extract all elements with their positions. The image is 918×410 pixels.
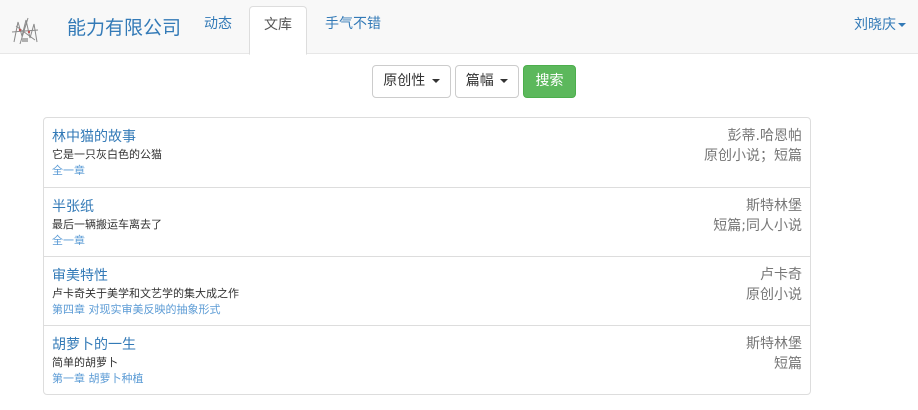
- user-menu[interactable]: 刘晓庆: [854, 15, 906, 35]
- length-label: 篇幅: [465, 73, 494, 89]
- top-navbar: 能力有限公司 动态 文库 手气不错 刘晓庆: [0, 0, 918, 55]
- work-title[interactable]: 审美特性: [52, 267, 108, 285]
- caret-down-icon: [898, 23, 906, 27]
- work-tags: 原创小说: [746, 287, 802, 303]
- work-title[interactable]: 半张纸: [52, 198, 94, 216]
- work-tags: 短篇;同人小说: [713, 218, 802, 234]
- work-author: 彭蒂.哈恩帕: [727, 128, 802, 144]
- list-item[interactable]: 林中猫的故事 它是一只灰白色的公猫 全一章 彭蒂.哈恩帕 原创小说；短篇: [44, 118, 810, 187]
- list-item[interactable]: 胡萝卜的一生 简单的胡萝卜 第一章 胡萝卜种植 斯特林堡 短篇: [44, 325, 810, 394]
- list-item[interactable]: 审美特性 卢卡奇关于美学和文艺学的集大成之作 第四章 对现实审美反映的抽象形式 …: [44, 256, 810, 325]
- originality-label: 原创性: [383, 73, 426, 89]
- caret-down-icon: [431, 79, 440, 83]
- search-button[interactable]: 搜索: [523, 65, 576, 98]
- work-chapter[interactable]: 全一章: [52, 234, 85, 248]
- work-chapter[interactable]: 全一章: [52, 164, 85, 178]
- work-chapter[interactable]: 第四章 对现实审美反映的抽象形式: [52, 303, 221, 317]
- logo-icon[interactable]: [8, 14, 42, 48]
- work-author: 斯特林堡: [746, 198, 802, 214]
- work-author: 斯特林堡: [746, 336, 802, 352]
- work-tags: 短篇: [774, 356, 802, 372]
- tab-lucky-label: 手气不错: [325, 16, 381, 32]
- length-dropdown[interactable]: 篇幅: [455, 65, 519, 98]
- work-description: 卢卡奇关于美学和文艺学的集大成之作: [52, 287, 239, 300]
- search-button-label: 搜索: [535, 73, 564, 89]
- work-title[interactable]: 林中猫的故事: [52, 128, 136, 146]
- tab-library[interactable]: 文库: [249, 6, 307, 55]
- work-description: 简单的胡萝卜: [52, 356, 118, 369]
- work-description: 它是一只灰白色的公猫: [52, 148, 162, 161]
- list-item[interactable]: 半张纸 最后一辆搬运车离去了 全一章 斯特林堡 短篇;同人小说: [44, 187, 810, 256]
- work-description: 最后一辆搬运车离去了: [52, 218, 162, 231]
- work-tags: 原创小说；短篇: [704, 148, 802, 164]
- tab-feed[interactable]: 动态: [190, 6, 246, 54]
- brand-title[interactable]: 能力有限公司: [67, 15, 181, 41]
- work-title[interactable]: 胡萝卜的一生: [52, 336, 136, 354]
- tab-feed-label: 动态: [204, 16, 232, 32]
- originality-dropdown[interactable]: 原创性: [372, 65, 451, 98]
- work-chapter[interactable]: 第一章 胡萝卜种植: [52, 372, 144, 386]
- works-list: 林中猫的故事 它是一只灰白色的公猫 全一章 彭蒂.哈恩帕 原创小说；短篇 半张纸…: [43, 117, 811, 395]
- caret-down-icon: [500, 79, 509, 83]
- tab-lucky[interactable]: 手气不错: [311, 6, 395, 54]
- tab-library-label: 文库: [264, 17, 292, 33]
- work-author: 卢卡奇: [760, 267, 802, 283]
- user-name: 刘晓庆: [854, 17, 896, 33]
